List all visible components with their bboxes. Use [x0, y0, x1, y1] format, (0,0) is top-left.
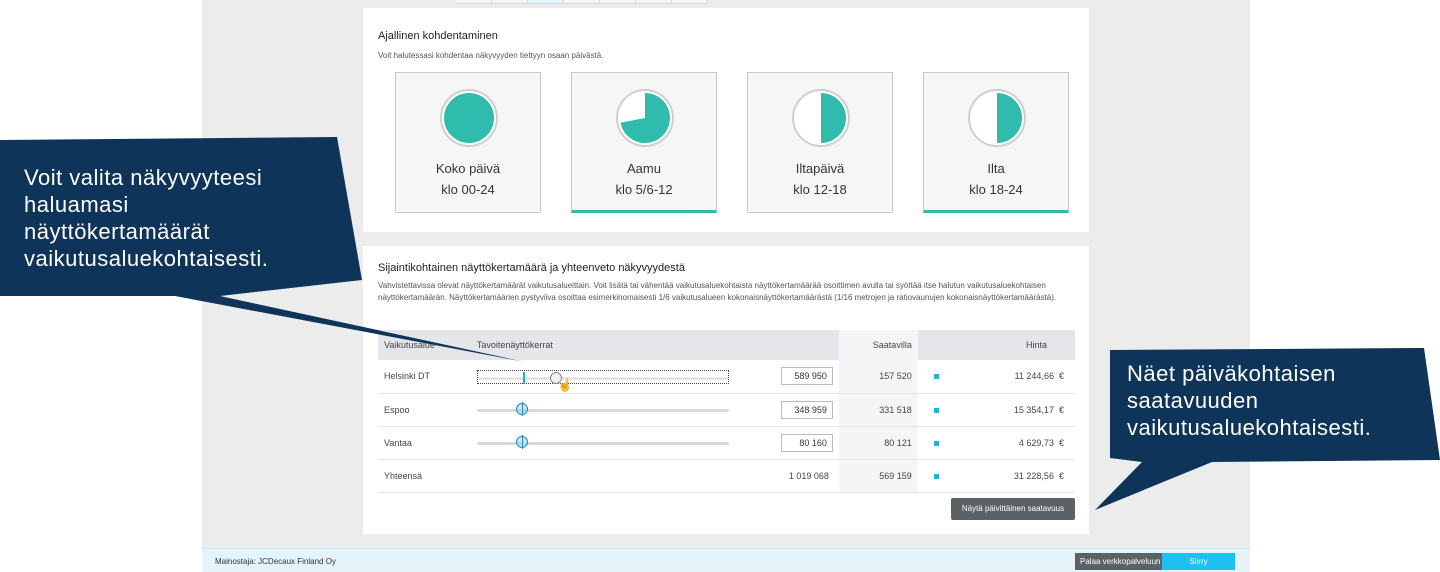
right-callout-text: Näet päiväkohtaisen saatavuuden vaikutus… — [1127, 360, 1371, 441]
callout-overlay — [0, 137, 1440, 510]
callout-line: saatavuuden — [1127, 388, 1259, 413]
callout-line: Näet päiväkohtaisen — [1127, 361, 1336, 386]
callout-line: haluamasi — [24, 192, 129, 217]
callout-line: vaikutusaluekohtaisesti. — [1127, 415, 1372, 440]
callout-line: Voit valita näkyvyyteesi — [24, 165, 263, 190]
screen: Ajallinen kohdentaminen Voit halutessasi… — [0, 0, 1440, 572]
left-callout-text: Voit valita näkyvyyteesi haluamasi näytt… — [24, 164, 268, 272]
callout-line: näyttökertamäärät — [24, 219, 210, 244]
callout-line: vaikutusaluekohtaisesti. — [24, 246, 269, 271]
